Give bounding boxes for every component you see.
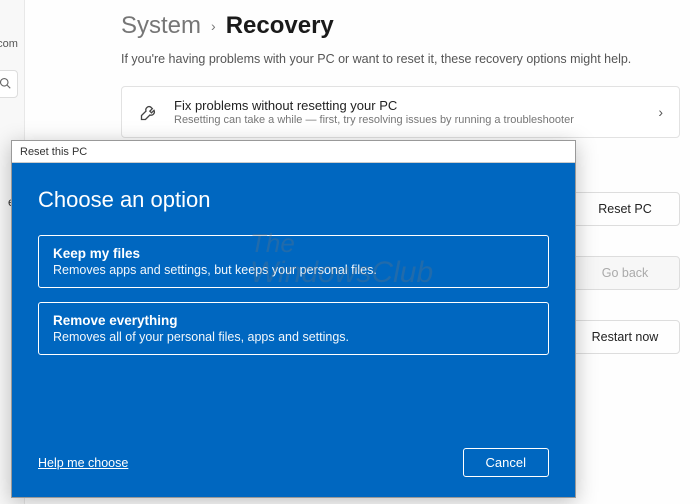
chevron-right-icon: › bbox=[658, 104, 663, 120]
breadcrumb-parent[interactable]: System bbox=[121, 12, 201, 40]
reset-pc-button[interactable]: Reset PC bbox=[570, 192, 680, 226]
go-back-button[interactable]: Go back bbox=[570, 256, 680, 290]
option-remove-everything[interactable]: Remove everything Removes all of your pe… bbox=[38, 302, 549, 355]
page-subheading: If you're having problems with your PC o… bbox=[121, 52, 631, 66]
option-title: Remove everything bbox=[53, 313, 534, 328]
fix-problems-card[interactable]: Fix problems without resetting your PC R… bbox=[121, 86, 680, 138]
breadcrumb: System › Recovery bbox=[121, 12, 334, 40]
dialog-heading: Choose an option bbox=[38, 187, 549, 213]
option-desc: Removes all of your personal files, apps… bbox=[53, 330, 534, 344]
dialog-titlebar: Reset this PC bbox=[12, 141, 575, 163]
restart-now-button[interactable]: Restart now bbox=[570, 320, 680, 354]
option-title: Keep my files bbox=[53, 246, 534, 261]
wrench-icon bbox=[138, 101, 160, 123]
partial-text: ive.com bbox=[0, 38, 18, 50]
cancel-button[interactable]: Cancel bbox=[463, 448, 549, 477]
help-me-choose-link[interactable]: Help me choose bbox=[38, 456, 128, 470]
fix-card-subtitle: Resetting can take a while — first, try … bbox=[174, 114, 644, 126]
recovery-actions: Reset PC Go back Restart now bbox=[570, 192, 680, 354]
option-desc: Removes apps and settings, but keeps you… bbox=[53, 263, 534, 277]
option-keep-my-files[interactable]: Keep my files Removes apps and settings,… bbox=[38, 235, 549, 288]
search-icon bbox=[0, 77, 11, 92]
reset-this-pc-dialog: Reset this PC Choose an option Keep my f… bbox=[11, 140, 576, 498]
dialog-body: Choose an option Keep my files Removes a… bbox=[12, 163, 575, 497]
chevron-right-icon: › bbox=[211, 18, 216, 34]
fix-card-title: Fix problems without resetting your PC bbox=[174, 98, 644, 113]
breadcrumb-current: Recovery bbox=[226, 12, 334, 40]
search-input[interactable] bbox=[0, 70, 18, 98]
